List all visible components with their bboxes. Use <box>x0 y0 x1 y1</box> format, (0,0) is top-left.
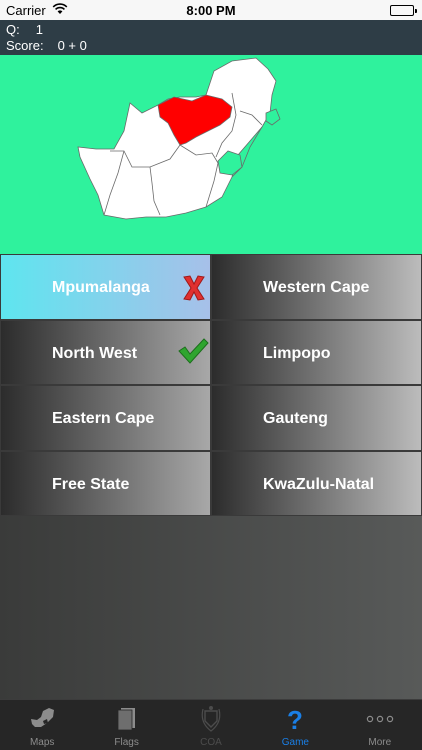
battery-icon <box>390 5 417 16</box>
tab-game[interactable]: ? Game <box>253 700 337 750</box>
answer-label: Limpopo <box>263 344 331 362</box>
map-icon <box>0 705 84 735</box>
more-dots-icon <box>338 705 422 735</box>
svg-text:?: ? <box>287 705 303 733</box>
answer-label: Western Cape <box>263 279 370 296</box>
answer-option-4[interactable]: Limpopo <box>211 319 422 385</box>
empty-content-area <box>0 516 422 699</box>
answer-option-6[interactable]: Gauteng <box>211 385 422 451</box>
flag-icon <box>84 705 168 735</box>
status-bar: Carrier 8:00 PM <box>0 0 422 20</box>
answer-label: Free State <box>52 475 130 493</box>
score-row: Score: 0 + 0 <box>6 38 87 53</box>
answer-label: KwaZulu-Natal <box>263 475 375 493</box>
answer-option-1[interactable]: Mpumalanga <box>0 254 211 320</box>
answer-label: Eastern Cape <box>52 410 155 427</box>
tab-maps[interactable]: Maps <box>0 700 84 750</box>
answer-option-7[interactable]: Free State <box>0 450 211 516</box>
tab-label: Flags <box>114 737 139 748</box>
answer-label: Mpumalanga <box>52 279 150 296</box>
answer-label: North West <box>52 344 138 362</box>
tab-bar: Maps Flags COA ? Game More <box>0 699 422 750</box>
score-value: 0 + 0 <box>57 38 87 53</box>
tab-flags[interactable]: Flags <box>84 700 168 750</box>
question-number: 1 <box>35 22 43 37</box>
tab-coa[interactable]: COA <box>169 700 253 750</box>
answer-grid: Mpumalanga North West Eastern Cape Free … <box>0 254 422 516</box>
coat-of-arms-icon <box>169 705 253 735</box>
question-mark-icon: ? <box>253 705 337 735</box>
tab-label: More <box>368 737 392 748</box>
answer-option-5[interactable]: Eastern Cape <box>0 385 211 451</box>
check-mark-icon <box>177 337 209 365</box>
x-mark-icon <box>181 274 211 302</box>
answer-option-8[interactable]: KwaZulu-Natal <box>211 450 422 516</box>
tab-label: Game <box>281 737 309 748</box>
answer-option-3[interactable]: North West <box>0 319 211 385</box>
quiz-info-bar: Q: 1 Score: 0 + 0 <box>0 20 422 55</box>
question-row: Q: 1 <box>6 22 43 37</box>
south-africa-map <box>77 57 281 220</box>
status-time: 8:00 PM <box>186 3 236 18</box>
answer-label: Gauteng <box>263 410 328 427</box>
tab-label: COA <box>200 737 222 748</box>
answer-option-2[interactable]: Western Cape <box>211 254 422 320</box>
tab-label: Maps <box>29 737 55 748</box>
tab-more[interactable]: More <box>338 700 422 750</box>
map-area <box>0 55 422 254</box>
question-label: Q: <box>6 22 20 37</box>
score-label: Score: <box>6 38 44 53</box>
